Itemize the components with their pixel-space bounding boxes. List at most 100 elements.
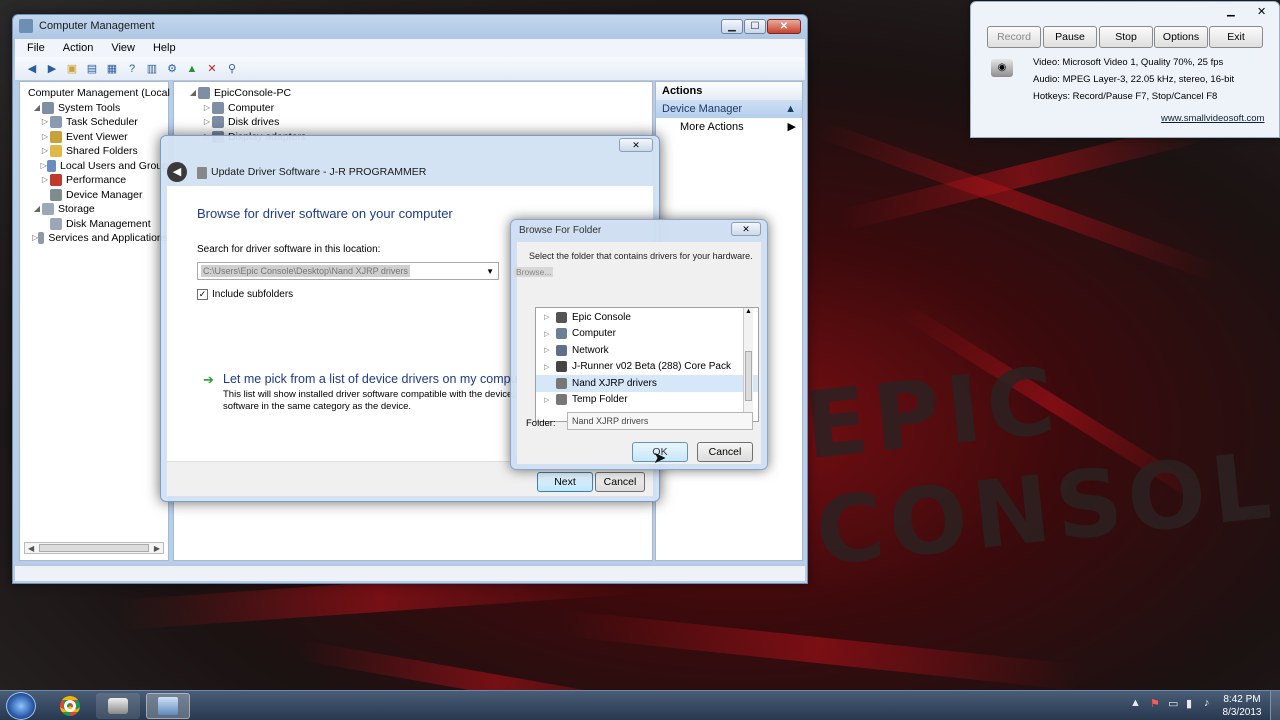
expander-icon[interactable]: ▷ (544, 363, 556, 371)
folder-item[interactable]: ▷ J-Runner v02 Beta (288) Core Pack (536, 359, 758, 376)
expander-icon[interactable]: ◢ (32, 202, 42, 217)
show-hide-tree-icon[interactable]: ▤ (85, 62, 99, 76)
folder-tree: ▷ Epic Console ▷ Computer ▷ Network ▷ J-Runner … (535, 307, 759, 422)
tree-item[interactable]: ▷ Computer (184, 101, 652, 116)
maximize-button[interactable]: ☐ (744, 18, 766, 34)
tree-item[interactable]: ▷ Disk drives (184, 115, 652, 130)
browse-close-button[interactable]: ✕ (731, 222, 761, 236)
expander-icon[interactable]: ▷ (202, 115, 212, 130)
recorder-taskbar-button[interactable] (96, 693, 140, 719)
tree-item[interactable]: ◢ Storage (20, 202, 168, 217)
scan-hardware-icon[interactable]: ⚙ (165, 62, 179, 76)
next-button[interactable]: Next (537, 472, 593, 492)
start-button[interactable] (6, 692, 36, 720)
close-button[interactable]: ✕ (767, 18, 801, 34)
network-icon[interactable]: ▮ (1186, 697, 1192, 710)
disable-device-icon[interactable]: ✕ (205, 62, 219, 76)
tree-item[interactable]: Computer Management (Local (20, 86, 170, 101)
show-hidden-icons-icon[interactable]: ▲ (1130, 697, 1141, 709)
folder-icon (556, 377, 567, 389)
pause-button[interactable]: Pause (1043, 26, 1097, 48)
actions-device-manager[interactable]: Device Manager ▲ (656, 100, 802, 118)
dropdown-arrow-icon[interactable]: ▼ (486, 267, 494, 276)
tree-item[interactable]: ▷ Task Scheduler (20, 115, 168, 130)
chrome-taskbar-button[interactable] (48, 693, 92, 719)
device-icon (197, 167, 207, 179)
folder-item-label: Epic Console (572, 311, 631, 323)
tree-item[interactable]: ▷ Event Viewer (20, 130, 168, 145)
action-center-icon[interactable]: ⚑ (1150, 697, 1160, 710)
dialog-close-button[interactable]: ✕ (619, 138, 653, 152)
update-driver-icon[interactable]: ▲ (185, 62, 199, 76)
expander-icon[interactable]: ▷ (40, 130, 50, 145)
display-icon[interactable]: ▭ (1168, 697, 1178, 710)
include-subfolders-checkbox[interactable]: ✓ (197, 289, 208, 300)
path-combobox[interactable]: C:\Users\Epic Console\Desktop\Nand XJRP … (197, 262, 499, 280)
back-button[interactable]: ◀ (167, 162, 187, 182)
folder-item[interactable]: Nand XJRP drivers (536, 375, 758, 392)
options-button[interactable]: Options (1154, 26, 1208, 48)
tree-item[interactable]: ▷ Shared Folders (20, 144, 168, 159)
tree-item[interactable]: ◢ EpicConsole-PC (184, 86, 652, 101)
folder-tree-scrollbar[interactable]: ▲ (743, 308, 753, 421)
help-icon[interactable]: ? (125, 62, 139, 76)
view-icon[interactable]: ▥ (145, 62, 159, 76)
tree-item[interactable]: Disk Management (20, 217, 168, 232)
horizontal-scrollbar[interactable]: ◀ ▶ (24, 542, 164, 554)
include-subfolders-row[interactable]: ✓ Include subfolders (197, 289, 293, 300)
computer-management-taskbar-button[interactable] (146, 693, 190, 719)
expander-icon[interactable]: ▷ (544, 330, 556, 338)
browse-instruction: Select the folder that contains drivers … (529, 251, 753, 261)
folder-item[interactable]: ▷ Network (536, 342, 758, 359)
recorder-minimize-button[interactable]: ▁ (1227, 6, 1235, 17)
expander-icon[interactable]: ▷ (202, 101, 212, 116)
browse-cancel-button[interactable]: Cancel (697, 442, 753, 462)
menu-action[interactable]: Action (63, 42, 94, 54)
folder-item[interactable]: ▷ Temp Folder (536, 392, 758, 409)
folder-icon (556, 361, 567, 373)
expander-icon[interactable]: ◢ (188, 86, 198, 101)
up-folder-icon[interactable]: ▣ (65, 62, 79, 76)
expander-icon[interactable]: ▷ (544, 396, 556, 404)
expander-icon[interactable]: ◢ (32, 101, 42, 116)
expander-icon[interactable]: ▷ (544, 346, 556, 354)
menu-view[interactable]: View (111, 42, 135, 54)
expander-icon[interactable]: ▷ (40, 159, 47, 174)
tree-item[interactable]: ▷ Services and Applications (20, 231, 168, 246)
record-button[interactable]: Record (987, 26, 1041, 48)
expander-icon[interactable]: ▷ (40, 115, 50, 130)
clock[interactable]: 8:42 PM 8/3/2013 (1218, 693, 1266, 719)
cancel-button[interactable]: Cancel (595, 472, 645, 492)
back-arrow-icon[interactable]: ◀ (25, 62, 39, 76)
menu-help[interactable]: Help (153, 42, 176, 54)
pick-title[interactable]: Let me pick from a list of device driver… (223, 372, 532, 386)
tree-item-label: Event Viewer (66, 130, 128, 143)
volume-icon[interactable]: ♪ (1204, 697, 1210, 709)
stop-button[interactable]: Stop (1099, 26, 1153, 48)
menu-file[interactable]: File (27, 42, 45, 54)
expander-icon[interactable]: ▷ (544, 313, 556, 321)
path-value: C:\Users\Epic Console\Desktop\Nand XJRP … (201, 265, 410, 277)
website-link[interactable]: www.smallvideosoft.com (1161, 113, 1264, 124)
tree-item[interactable]: ◢ System Tools (20, 101, 168, 116)
folder-item[interactable]: ▷ Computer (536, 326, 758, 343)
tree-item[interactable]: Device Manager (20, 188, 168, 203)
forward-arrow-icon[interactable]: ▶ (45, 62, 59, 76)
expander-icon[interactable]: ▷ (40, 144, 50, 159)
tree-item-label: Shared Folders (66, 145, 138, 157)
expander-icon[interactable]: ▷ (40, 173, 50, 188)
tree-item[interactable]: ▷ Local Users and Group (20, 159, 168, 174)
exit-button[interactable]: Exit (1209, 26, 1263, 48)
clock-time: 8:42 PM (1223, 694, 1261, 705)
recorder-close-button[interactable]: ✕ (1257, 5, 1266, 18)
more-actions-item[interactable]: More Actions ▶ (656, 118, 802, 136)
show-desktop-button[interactable] (1270, 691, 1280, 720)
minimize-button[interactable]: ▁ (721, 18, 743, 34)
folder-input[interactable]: Nand XJRP drivers (567, 412, 753, 430)
tree-item[interactable]: ▷ Performance (20, 173, 168, 188)
properties-icon[interactable]: ▦ (105, 62, 119, 76)
app-icon (19, 19, 33, 33)
collapse-arrow-icon[interactable]: ▲ (785, 100, 796, 118)
uninstall-icon[interactable]: ⚲ (225, 62, 239, 76)
folder-item[interactable]: ▷ Epic Console (536, 309, 758, 326)
